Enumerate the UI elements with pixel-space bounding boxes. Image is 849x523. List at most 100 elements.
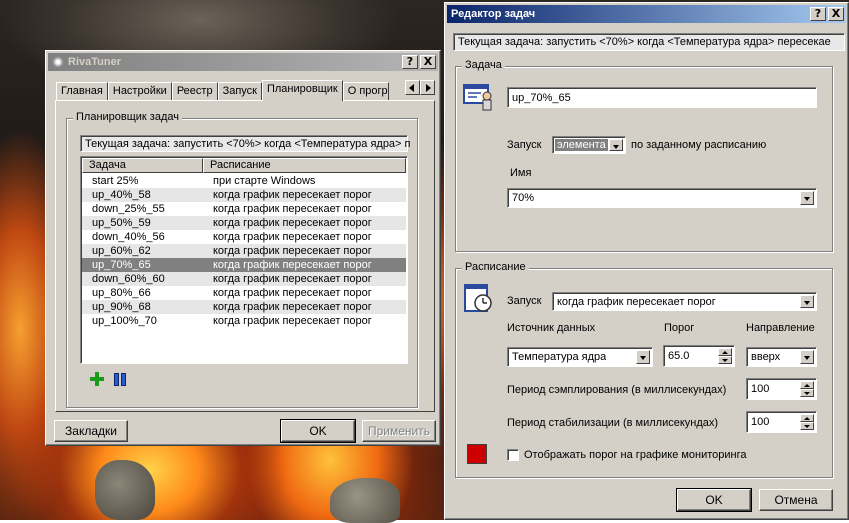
schedule-cell: когда график пересекает порог [213, 273, 372, 285]
editor-cancel-button[interactable]: Отмена [759, 489, 833, 511]
close-button[interactable]: X [420, 55, 436, 69]
schedule-cell: когда график пересекает порог [213, 203, 372, 215]
table-row[interactable]: down_40%_56 когда график пересекает порог [82, 230, 406, 244]
name-dropdown[interactable]: 70% [507, 188, 817, 208]
stabilization-spin-buttons[interactable] [800, 414, 814, 430]
tab-launch[interactable]: Запуск [217, 82, 262, 101]
editor-current-task-display: Текущая задача: запустить <70%> когда <Т… [453, 33, 845, 51]
table-row[interactable]: up_60%_62 когда график пересекает порог [82, 244, 406, 258]
task-cell: up_80%_66 [92, 287, 151, 299]
column-header-schedule[interactable]: Расписание [203, 158, 406, 173]
editor-titlebar[interactable]: Редактор задач ? X [447, 5, 846, 23]
task-name-value: up_70%_65 [512, 91, 571, 104]
rock-decoration [95, 460, 155, 520]
name-dropdown-value: 70% [512, 192, 535, 204]
task-user-icon [463, 80, 495, 112]
source-value: Температура ядра [512, 351, 607, 363]
stabilization-spinner[interactable]: 100 [746, 411, 817, 433]
scheduler-group-label: Планировщик задач [73, 111, 182, 123]
threshold-color-swatch[interactable] [467, 444, 487, 464]
task-cell: down_60%_60 [92, 273, 165, 285]
tab-scheduler[interactable]: Планировщик [261, 80, 343, 101]
chevron-down-icon[interactable] [800, 350, 814, 364]
schedule-group-label: Расписание [462, 261, 529, 273]
sampling-label: Период сэмплирования (в миллисекундах) [507, 384, 727, 396]
task-name-input[interactable]: up_70%_65 [507, 87, 817, 108]
chevron-down-icon[interactable] [609, 139, 623, 151]
direction-dropdown[interactable]: вверх [746, 347, 817, 367]
task-cell: up_50%_59 [92, 217, 151, 229]
schedule-cell: когда график пересекает порог [213, 217, 372, 229]
window-title: RivaTuner [68, 56, 121, 68]
task-cell: up_60%_62 [92, 245, 151, 257]
task-cell: up_70%_65 [92, 259, 151, 271]
task-cell: up_40%_58 [92, 189, 151, 201]
tab-bar: Главная Настройки Реестр Запуск Планиров… [56, 80, 389, 101]
table-row[interactable]: up_100%_70 когда график пересекает порог [82, 314, 406, 328]
table-row[interactable]: up_70%_65 когда график пересекает порог [82, 258, 406, 272]
tab-scroll-right-button[interactable] [420, 80, 435, 95]
task-cell: up_90%_68 [92, 301, 151, 313]
source-label: Источник данных [507, 322, 596, 334]
table-row[interactable]: up_80%_66 когда график пересекает порог [82, 286, 406, 300]
launch-dropdown[interactable]: элемента [552, 136, 626, 154]
show-threshold-checkbox[interactable] [507, 449, 519, 461]
launch-label: Запуск [507, 139, 542, 151]
column-header-task[interactable]: Задача [82, 158, 203, 173]
chevron-down-icon[interactable] [636, 350, 650, 364]
schedule-cell: когда график пересекает порог [213, 287, 372, 299]
threshold-spinner[interactable]: 65.0 [663, 345, 735, 367]
table-row[interactable]: start 25% при старте Windows [82, 174, 406, 188]
schedule-launch-dropdown[interactable]: когда график пересекает порог [552, 292, 817, 311]
pause-task-icon[interactable] [114, 373, 128, 386]
schedule-cell: когда график пересекает порог [213, 245, 372, 257]
sampling-spin-buttons[interactable] [800, 381, 814, 397]
editor-close-button[interactable]: X [828, 7, 844, 21]
table-row[interactable]: down_60%_60 когда график пересекает порог [82, 272, 406, 286]
bookmarks-button[interactable]: Закладки [54, 420, 128, 442]
chevron-down-icon[interactable] [800, 191, 814, 205]
tab-about[interactable]: О прогр [342, 82, 389, 101]
editor-help-button[interactable]: ? [810, 7, 826, 21]
stabilization-label: Период стабилизации (в миллисекундах) [507, 417, 719, 429]
direction-label: Направление [746, 322, 815, 334]
sampling-value: 100 [751, 383, 770, 395]
current-task-display: Текущая задача: запустить <70%> когда <Т… [80, 135, 411, 152]
add-task-icon[interactable] [90, 372, 104, 386]
table-row[interactable]: up_50%_59 когда график пересекает порог [82, 216, 406, 230]
table-row[interactable]: down_25%_55 когда график пересекает порог [82, 202, 406, 216]
task-cell: up_100%_70 [92, 315, 157, 327]
help-button[interactable]: ? [402, 55, 418, 69]
apply-button[interactable]: Применить [362, 420, 436, 442]
editor-current-task-text: Текущая задача: запустить <70%> когда <Т… [458, 36, 831, 48]
editor-window-title: Редактор задач [451, 8, 536, 20]
stabilization-value: 100 [751, 416, 770, 428]
schedule-launch-value: когда график пересекает порог [557, 295, 716, 308]
direction-value: вверх [751, 351, 781, 363]
threshold-spin-buttons[interactable] [718, 348, 732, 364]
task-cell: down_25%_55 [92, 203, 165, 215]
table-row[interactable]: up_40%_58 когда график пересекает порог [82, 188, 406, 202]
chevron-left-icon [409, 84, 414, 92]
threshold-label: Порог [664, 322, 695, 334]
source-dropdown[interactable]: Температура ядра [507, 347, 653, 367]
threshold-value: 65.0 [668, 350, 690, 362]
ok-button[interactable]: OK [280, 419, 356, 443]
launch-dropdown-value: элемента [555, 139, 608, 151]
table-row[interactable]: up_90%_68 когда график пересекает порог [82, 300, 406, 314]
rivatuner-titlebar[interactable]: RivaTuner ? X [48, 53, 438, 71]
chevron-down-icon[interactable] [800, 295, 814, 308]
schedule-cell: при старте Windows [213, 175, 316, 187]
tab-registry[interactable]: Реестр [171, 82, 218, 101]
tab-settings[interactable]: Настройки [107, 82, 172, 101]
chevron-right-icon [426, 84, 431, 92]
schedule-cell: когда график пересекает порог [213, 231, 372, 243]
tab-scroll-left-button[interactable] [405, 80, 420, 95]
tab-main[interactable]: Главная [56, 82, 108, 101]
task-list[interactable]: Задача Расписание start 25% при старте Wi… [80, 156, 408, 364]
name-label: Имя [510, 167, 532, 179]
task-list-header: Задача Расписание [82, 158, 406, 173]
sampling-spinner[interactable]: 100 [746, 378, 817, 400]
schedule-launch-label: Запуск [507, 295, 542, 307]
editor-ok-button[interactable]: OK [676, 488, 752, 512]
